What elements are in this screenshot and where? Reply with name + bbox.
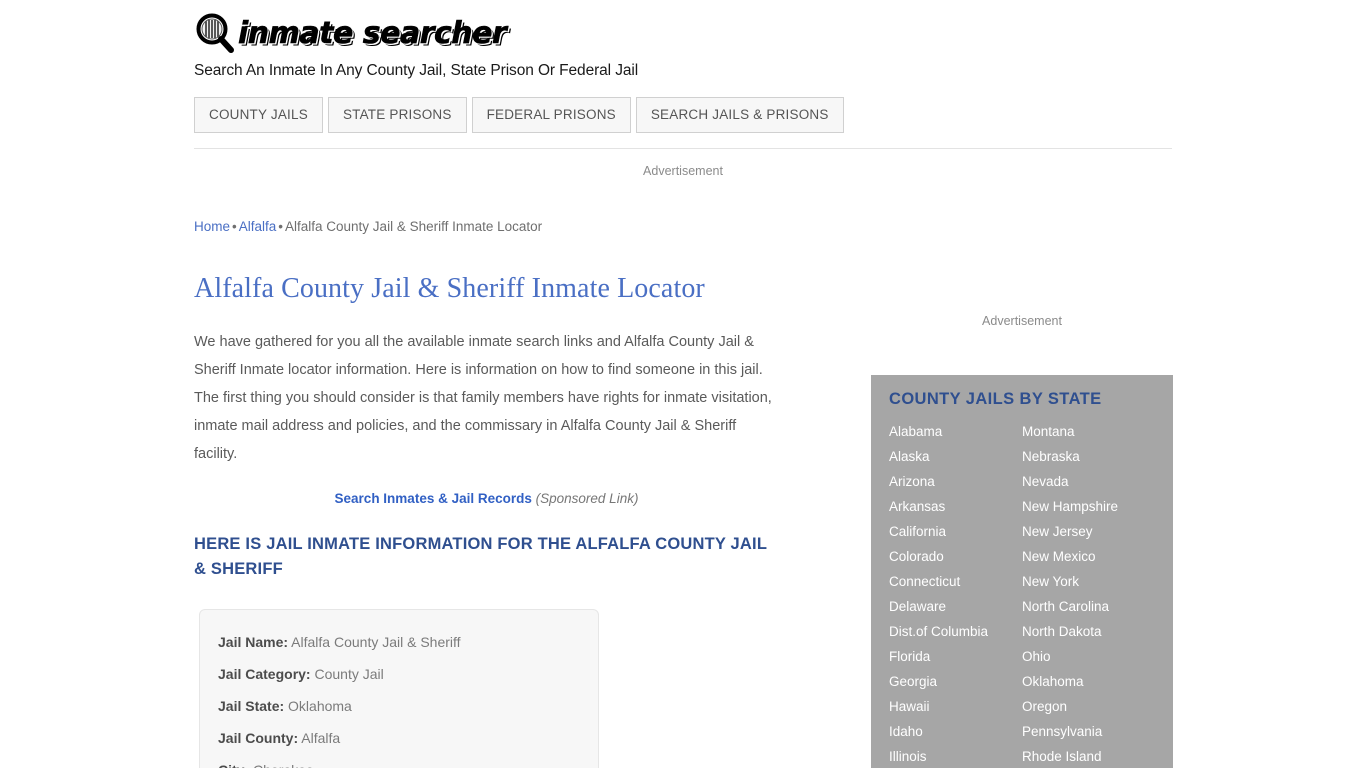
info-value: Alfalfa [301,730,341,746]
state-link[interactable]: Connecticut [889,569,1022,594]
state-link[interactable]: New Hampshire [1022,494,1155,519]
info-label: Jail Category: [218,666,311,682]
top-advertisement-label: Advertisement [643,164,723,178]
info-row: Jail Name: Alfalfa County Jail & Sheriff [218,626,580,658]
state-link[interactable]: Georgia [889,669,1022,694]
state-link[interactable]: North Carolina [1022,594,1155,619]
nav-item-state-prisons[interactable]: STATE PRISONS [327,97,467,133]
state-link[interactable]: New York [1022,569,1155,594]
info-row: Jail State: Oklahoma [218,690,580,722]
info-value: Alfalfa County Jail & Sheriff [291,634,461,650]
info-label: Jail Name: [218,634,289,650]
state-link[interactable]: Oklahoma [1022,669,1155,694]
sidebar-title: COUNTY JAILS BY STATE [889,390,1102,408]
state-link[interactable]: Rhode Island [1022,744,1155,768]
main-content: Home • Alfalfa • Alfalfa County Jail & Sheri… [194,218,794,768]
breadcrumb-separator-1: • [232,219,237,234]
page-root: inmate searcher Search An Inmate In Any … [0,0,1366,768]
page-title: Alfalfa County Jail & Sheriff Inmate Loc… [194,273,705,304]
site-tagline: Search An Inmate In Any County Jail, Sta… [194,62,639,79]
state-link[interactable]: Nevada [1022,469,1155,494]
site-logo-text: inmate searcher [238,16,507,51]
info-value: County Jail [314,666,384,682]
magnifier-prison-bars-icon [194,13,236,55]
state-link[interactable]: New Mexico [1022,544,1155,569]
header-divider [194,148,1172,149]
info-row: Jail Category: County Jail [218,658,580,690]
breadcrumb-separator-2: • [278,219,284,234]
sponsored-note: (Sponsored Link) [535,491,639,506]
site-header: inmate searcher Search An Inmate In Any … [194,12,1174,80]
info-row: Jail County: Alfalfa [218,722,580,754]
breadcrumb-county-link[interactable]: Alfalfa [239,219,277,234]
state-link[interactable]: Colorado [889,544,1022,569]
nav-item-federal-prisons[interactable]: FEDERAL PRISONS [471,97,631,133]
main-navigation: COUNTY JAILS STATE PRISONS FEDERAL PRISO… [194,97,844,133]
sidebar-advertisement-label: Advertisement [982,314,1062,328]
info-value: Oklahoma [288,698,352,714]
state-link[interactable]: Arizona [889,469,1022,494]
intro-paragraph: We have gathered for you all the availab… [194,334,772,462]
state-link[interactable]: New Jersey [1022,519,1155,544]
state-link[interactable]: Hawaii [889,694,1022,719]
state-link[interactable]: California [889,519,1022,544]
state-link[interactable]: Alaska [889,444,1022,469]
state-column-left: Alabama Alaska Arizona Arkansas California Co… [889,419,1022,768]
jail-info-box: Jail Name: Alfalfa County Jail & Sheriff… [199,609,599,768]
state-links-grid: Alabama Alaska Arizona Arkansas California Co… [889,419,1155,768]
state-link[interactable]: Delaware [889,594,1022,619]
state-link[interactable]: Arkansas [889,494,1022,519]
breadcrumb: Home • Alfalfa • Alfalfa County Jail & Sheri… [194,218,794,236]
info-row: City: Cherokee [218,754,580,768]
info-label: Jail State: [218,698,285,714]
state-link[interactable]: Montana [1022,419,1155,444]
county-jails-by-state-widget: COUNTY JAILS BY STATE Alabama Alaska Arizo… [871,375,1173,768]
info-label: City: [218,762,249,768]
state-column-right: Montana Nebraska Nevada New Hampshire New Je… [1022,419,1155,768]
info-label: Jail County: [218,730,299,746]
state-link[interactable]: Pennsylvania [1022,719,1155,744]
breadcrumb-current: Alfalfa County Jail & Sheriff Inmate Loc… [285,219,543,234]
nav-item-county-jails[interactable]: COUNTY JAILS [194,97,323,133]
sponsored-link-row: Search Inmates & Jail Records (Sponsored… [194,491,779,506]
state-link[interactable]: Ohio [1022,644,1155,669]
nav-item-search-jails-prisons[interactable]: SEARCH JAILS & PRISONS [635,97,844,133]
state-link[interactable]: Alabama [889,419,1022,444]
state-link[interactable]: North Dakota [1022,619,1155,644]
state-link[interactable]: Oregon [1022,694,1155,719]
state-link[interactable]: Nebraska [1022,444,1155,469]
site-logo[interactable]: inmate searcher [194,12,1174,56]
sponsored-search-link[interactable]: Search Inmates & Jail Records [335,491,532,506]
state-link[interactable]: Dist.of Columbia [889,619,1022,644]
info-value: Cherokee [253,762,314,768]
breadcrumb-home-link[interactable]: Home [194,219,230,234]
state-link[interactable]: Illinois [889,744,1022,768]
state-link[interactable]: Idaho [889,719,1022,744]
state-link[interactable]: Florida [889,644,1022,669]
section-heading: HERE IS JAIL INMATE INFORMATION FOR THE … [194,535,767,578]
